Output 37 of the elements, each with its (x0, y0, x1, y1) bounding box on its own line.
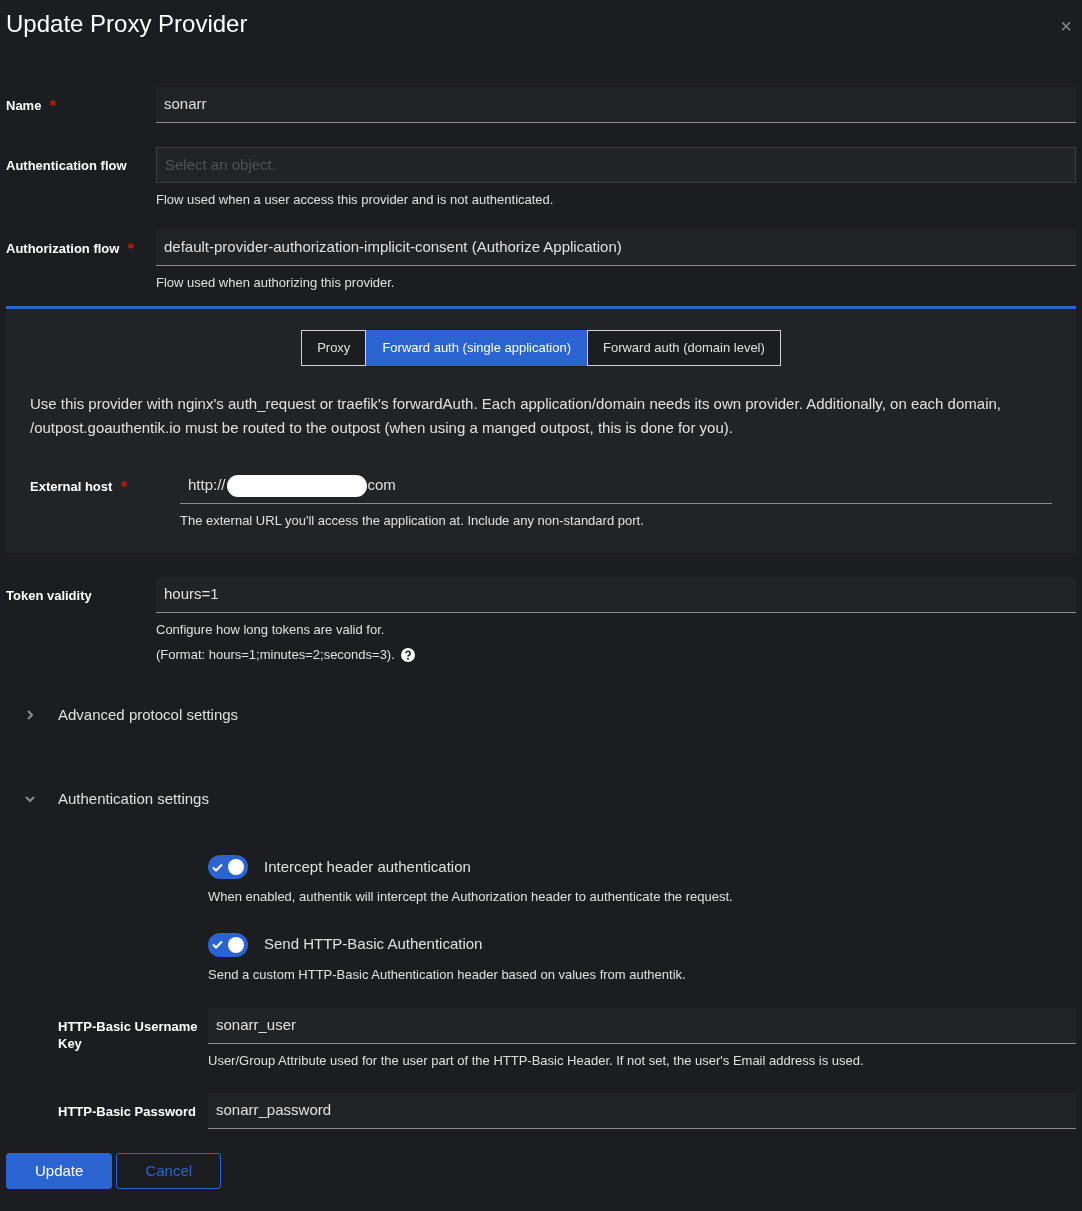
text-field[interactable]: sonarr_password (208, 1093, 1076, 1129)
toggle-switch[interactable] (208, 855, 248, 879)
help-text: Configure how long tokens are valid for. (156, 621, 385, 638)
update-button[interactable]: Update (6, 1153, 113, 1189)
text-field[interactable]: hours=1 (156, 577, 1076, 613)
check-icon (212, 940, 223, 949)
help-text: (Format: hours=1;minutes=2;seconds=3). (156, 646, 395, 663)
text-field[interactable]: sonarr_user (208, 1008, 1076, 1044)
close-button[interactable]: × (1060, 16, 1072, 36)
toggle-label: Send HTTP-Basic Authentication (264, 934, 483, 955)
field-label: Authentication flow (6, 157, 127, 174)
help-text: When enabled, authentik will intercept the Authorization header to authenticate the request. (208, 888, 734, 906)
mode-tab[interactable]: Forward auth (domain level) (587, 330, 781, 366)
section-toggle[interactable]: Advanced protocol settings (6, 703, 239, 727)
text-field[interactable]: sonarr (156, 87, 1076, 123)
check-icon (212, 862, 223, 872)
chevron-down-icon (24, 793, 36, 805)
help-text: Flow used when authorizing this provider. (156, 274, 395, 291)
field-label: HTTP-Basic Username Key (58, 1018, 199, 1052)
dialog-title: Update Proxy Provider (6, 9, 248, 39)
help-text: The external URL you'll access the application at. Include any non-standard port. (180, 512, 644, 529)
help-text: User/Group Attribute used for the user part of the HTTP-Basic Header. If not set, the user's Email address is used. (208, 1052, 864, 1069)
field-label: HTTP-Basic Password (58, 1103, 196, 1120)
field-label: Authorization flow (6, 240, 120, 257)
mode-tab[interactable]: Proxy (301, 330, 367, 366)
help-text: Send a custom HTTP-Basic Authentication header based on values from authentik. (208, 965, 687, 984)
field-label: Token validity (6, 587, 92, 604)
text-field[interactable]: default-provider-authorization-implicit-consent (Authorize Application) (156, 230, 1076, 266)
mode-tab[interactable]: Forward auth (single application) (366, 330, 587, 366)
toggle-label: Intercept header authentication (264, 856, 471, 877)
help-text: Flow used when a user access this provider and is not authenticated. (156, 191, 554, 208)
field-label: Name (6, 97, 42, 114)
field-label: External host (30, 478, 113, 495)
toggle-switch[interactable] (208, 932, 248, 957)
section-toggle[interactable]: Authentication settings (6, 787, 209, 811)
chevron-right-icon (24, 709, 36, 721)
description-text: Use this provider with nginx's auth_request or traefik's forwardAuth. Each application/domain needs its own provider. Additionally, on each domain, /outpost.goauthentik.io must be routed to the outpost (when using a manged outpost, this is done for you). (30, 394, 1002, 438)
